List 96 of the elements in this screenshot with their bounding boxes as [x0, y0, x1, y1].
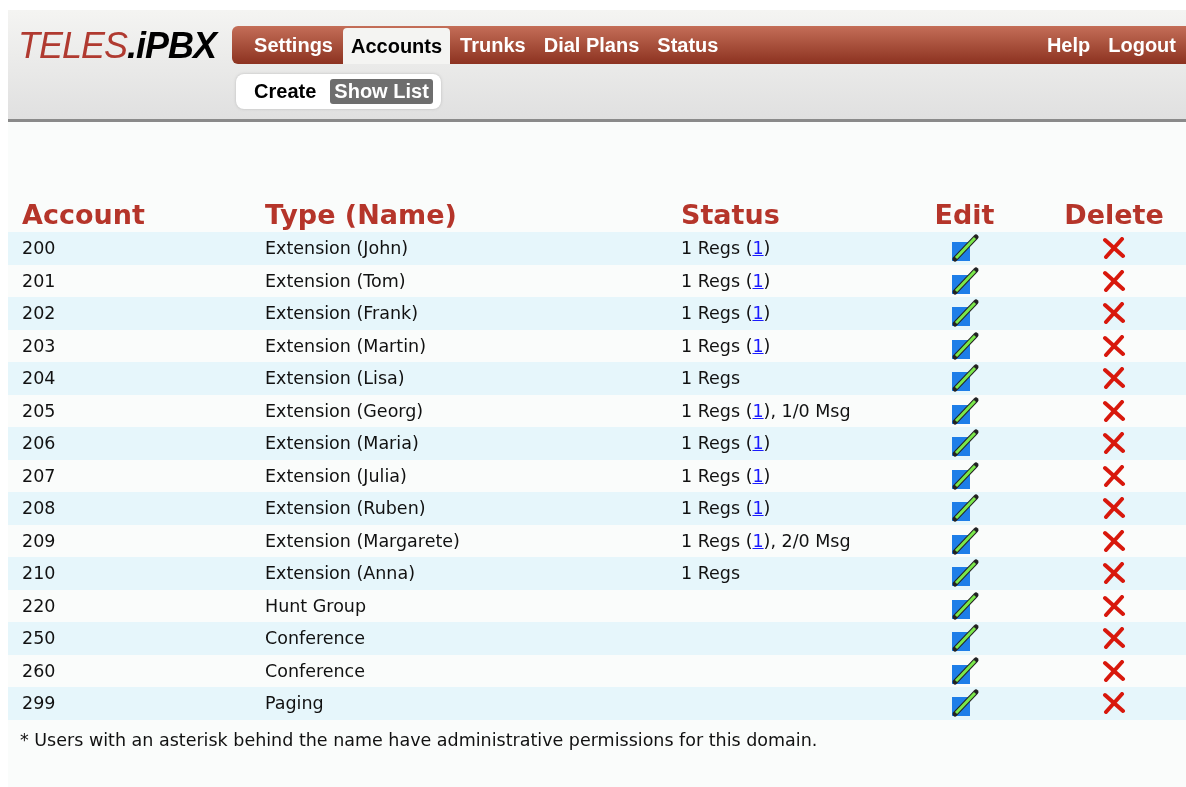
- column-header: Account: [21, 198, 146, 232]
- edit-icon[interactable]: [949, 395, 980, 426]
- account-number: 201: [22, 270, 56, 291]
- account-number: 205: [22, 400, 56, 421]
- status-text: 1 Regs (1): [681, 303, 771, 324]
- account-type: Extension (Frank): [265, 303, 419, 324]
- delete-icon[interactable]: [1102, 432, 1126, 455]
- account-number: 204: [22, 368, 56, 389]
- account-type: Extension (Lisa): [265, 368, 405, 389]
- status-text: 1 Regs (1), 2/0 Msg: [681, 530, 851, 551]
- account-type: Extension (Ruben): [265, 498, 426, 519]
- nav-link[interactable]: Help: [1038, 26, 1099, 64]
- edit-icon[interactable]: [949, 330, 980, 361]
- account-number: 207: [22, 465, 56, 486]
- account-number: 299: [22, 693, 56, 714]
- nav-link[interactable]: Logout: [1100, 26, 1184, 64]
- subnav-tab[interactable]: Show List: [330, 79, 433, 104]
- account-number: 200: [22, 238, 56, 259]
- column-header: Status: [680, 198, 781, 232]
- account-number: 220: [22, 595, 56, 616]
- status-text: 1 Regs (1), 1/0 Msg: [681, 400, 851, 421]
- edit-icon[interactable]: [949, 460, 980, 491]
- nav-tab[interactable]: Accounts: [343, 28, 451, 64]
- nav-tab[interactable]: Status: [649, 26, 727, 64]
- edit-icon[interactable]: [949, 493, 980, 524]
- delete-icon[interactable]: [1102, 237, 1126, 260]
- edit-icon[interactable]: [949, 590, 980, 621]
- account-number: 202: [22, 303, 56, 324]
- status-text: 1 Regs (1): [681, 335, 771, 356]
- status-text: 1 Regs (1): [681, 270, 771, 291]
- nav-tab[interactable]: Dial Plans: [535, 26, 648, 64]
- status-text: 1 Regs (1): [681, 498, 771, 519]
- edit-icon[interactable]: [949, 363, 980, 394]
- status-text: 1 Regs (1): [681, 433, 771, 454]
- delete-icon[interactable]: [1102, 269, 1126, 292]
- account-type: Extension (Margarete): [265, 530, 460, 551]
- account-type: Paging: [265, 693, 324, 714]
- registration-link[interactable]: 1: [752, 498, 764, 519]
- column-header: Edit: [933, 198, 996, 232]
- delete-icon[interactable]: [1102, 464, 1126, 487]
- account-number: 260: [22, 660, 56, 681]
- edit-icon[interactable]: [949, 558, 980, 589]
- account-type: Conference: [265, 660, 365, 681]
- account-number: 203: [22, 335, 56, 356]
- account-type: Extension (Georg): [265, 400, 424, 421]
- edit-icon[interactable]: [949, 233, 980, 264]
- delete-icon[interactable]: [1102, 692, 1126, 715]
- column-header: Delete: [1063, 198, 1165, 232]
- delete-icon[interactable]: [1102, 367, 1126, 390]
- status-text: 1 Regs (1): [681, 465, 771, 486]
- footnote: * Users with an asterisk behind the name have administrative permissions for this domain.: [19, 728, 819, 750]
- registration-link[interactable]: 1: [752, 270, 764, 291]
- account-number: 208: [22, 498, 56, 519]
- registration-link[interactable]: 1: [752, 433, 764, 454]
- registration-link[interactable]: 1: [752, 465, 764, 486]
- delete-icon[interactable]: [1102, 302, 1126, 325]
- status-text: 1 Regs (1): [681, 238, 771, 259]
- registration-link[interactable]: 1: [752, 400, 764, 421]
- registration-link[interactable]: 1: [752, 303, 764, 324]
- edit-icon[interactable]: [949, 655, 980, 686]
- account-number: 206: [22, 433, 56, 454]
- edit-icon[interactable]: [949, 428, 980, 459]
- account-type: Extension (Tom): [265, 270, 406, 291]
- edit-icon[interactable]: [949, 298, 980, 329]
- account-number: 250: [22, 628, 56, 649]
- edit-icon[interactable]: [949, 688, 980, 719]
- delete-icon[interactable]: [1102, 334, 1126, 357]
- delete-icon[interactable]: [1102, 529, 1126, 552]
- status-text: 1 Regs: [681, 563, 741, 584]
- account-number: 210: [22, 563, 56, 584]
- account-type: Extension (Martin): [265, 335, 426, 356]
- logo: TELES.iPBX: [18, 26, 217, 68]
- status-text: 1 Regs: [681, 368, 741, 389]
- nav-tab[interactable]: Trunks: [452, 26, 534, 64]
- delete-icon[interactable]: [1102, 399, 1126, 422]
- account-number: 209: [22, 530, 56, 551]
- account-type: Extension (John): [265, 238, 409, 259]
- delete-icon[interactable]: [1102, 627, 1126, 650]
- account-type: Extension (Julia): [265, 465, 407, 486]
- edit-icon[interactable]: [949, 265, 980, 296]
- account-type: Extension (Anna): [265, 563, 415, 584]
- account-type: Hunt Group: [265, 595, 367, 616]
- delete-icon[interactable]: [1102, 659, 1126, 682]
- registration-link[interactable]: 1: [752, 335, 764, 356]
- account-type: Conference: [265, 628, 365, 649]
- nav-tab[interactable]: Settings: [246, 26, 341, 64]
- column-header: Type (Name): [264, 198, 458, 232]
- registration-link[interactable]: 1: [752, 530, 764, 551]
- account-type: Extension (Maria): [265, 433, 419, 454]
- subnav-tab[interactable]: Create: [250, 79, 321, 104]
- edit-icon[interactable]: [949, 525, 980, 556]
- delete-icon[interactable]: [1102, 594, 1126, 617]
- delete-icon[interactable]: [1102, 562, 1126, 585]
- registration-link[interactable]: 1: [752, 238, 764, 259]
- edit-icon[interactable]: [949, 623, 980, 654]
- delete-icon[interactable]: [1102, 497, 1126, 520]
